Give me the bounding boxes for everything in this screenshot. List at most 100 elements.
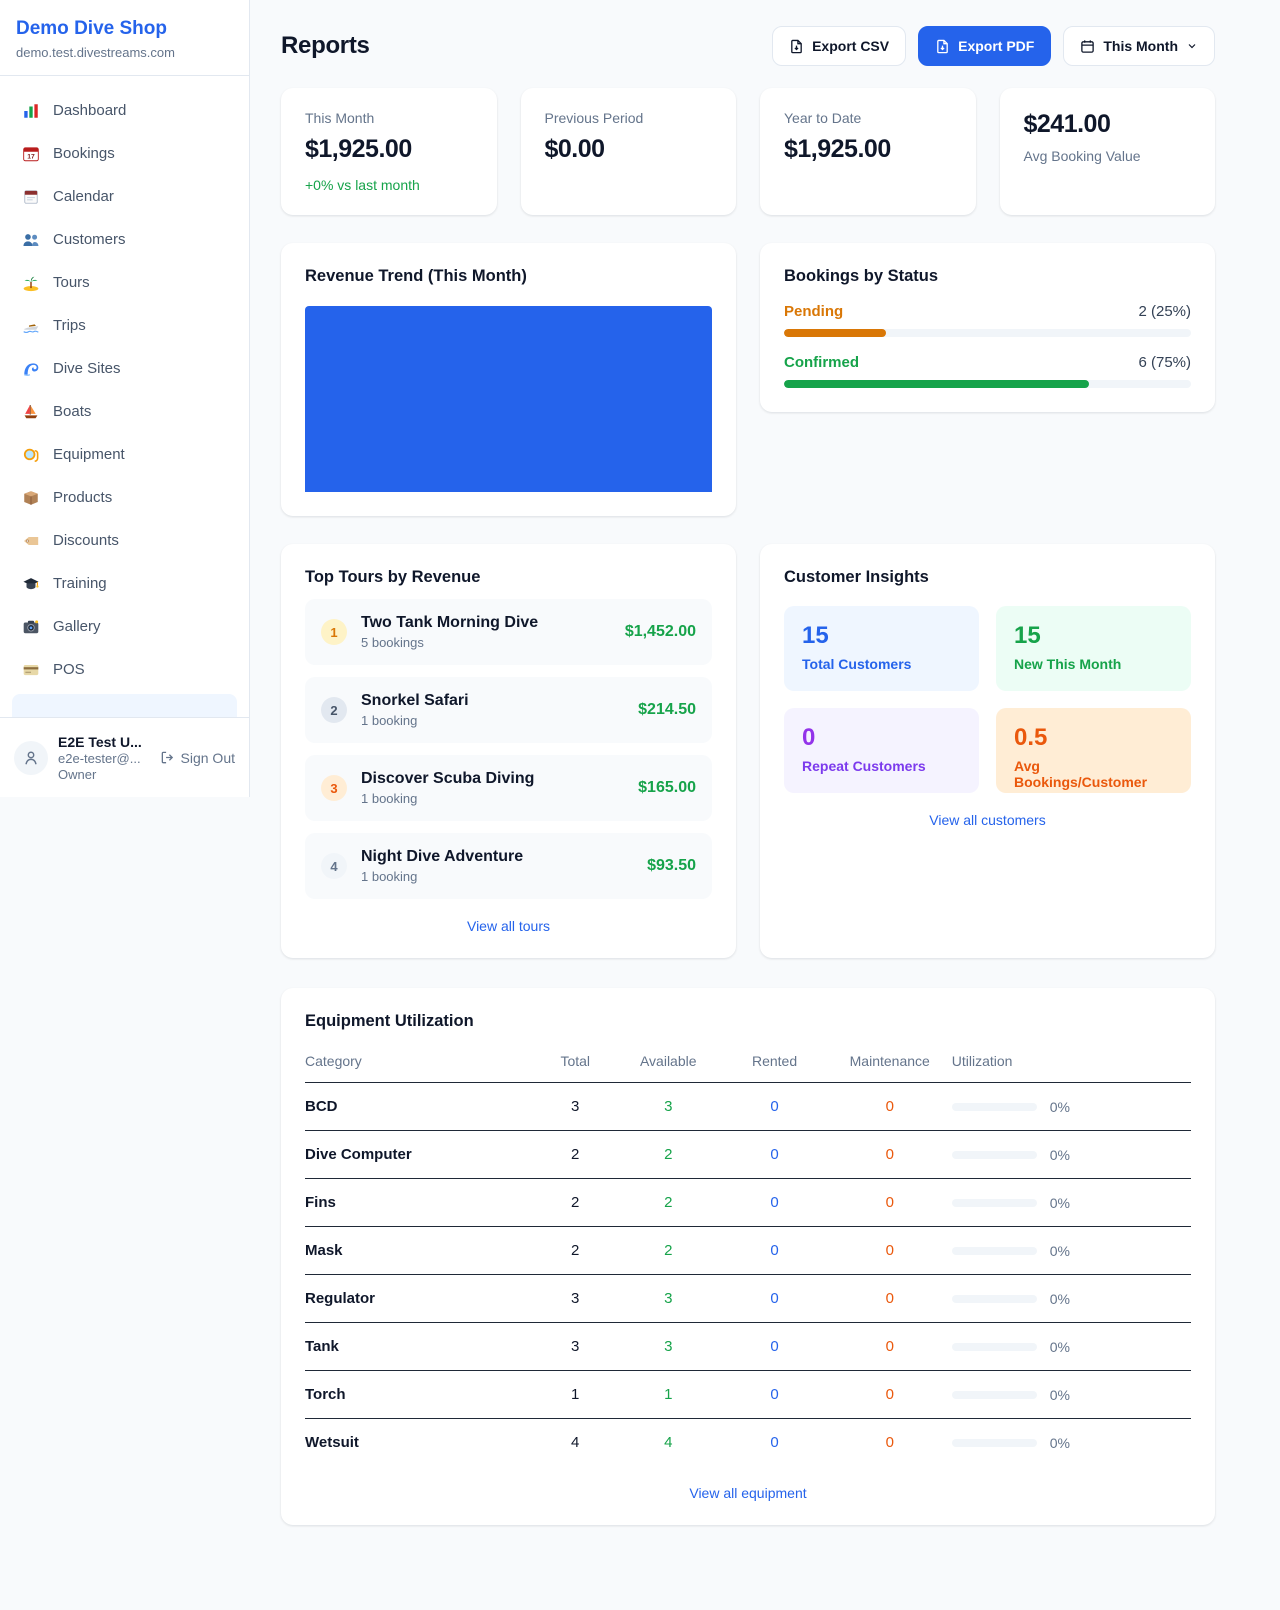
sidebar-item-tours[interactable]: Tours: [12, 264, 237, 301]
customer-insights-title: Customer Insights: [784, 568, 1191, 587]
rank-badge: 2: [321, 697, 347, 723]
sidebar-item-equipment[interactable]: Equipment: [12, 436, 237, 473]
tour-name: Two Tank Morning Dive: [361, 614, 538, 631]
graduation-cap-icon: [22, 575, 40, 593]
logout-icon: [160, 750, 175, 765]
wave-icon: [22, 360, 40, 378]
cell-rented: 0: [721, 1227, 827, 1275]
progress-track: [784, 329, 1191, 337]
sidebar-nav: Dashboard 17 Bookings Calendar Customers…: [0, 76, 249, 717]
sidebar-item-pos[interactable]: POS: [12, 651, 237, 688]
utilization-bar: [952, 1247, 1037, 1255]
tile-total-customers: 15 Total Customers: [784, 606, 979, 691]
progress-fill: [784, 329, 886, 337]
view-all-tours-link[interactable]: View all tours: [305, 918, 712, 934]
cell-rented: 0: [721, 1323, 827, 1371]
shop-domain: demo.test.divestreams.com: [16, 45, 233, 60]
insights-row: Top Tours by Revenue 1 Two Tank Morning …: [281, 544, 1215, 958]
speedboat-icon: [22, 317, 40, 335]
tile-avg-bookings-customer: 0.5 Avg Bookings/Customer: [996, 708, 1191, 793]
user-info: E2E Test U... e2e-tester@... Owner: [58, 734, 150, 782]
utilization-bar: [952, 1439, 1037, 1447]
utilization-percent: 0%: [1050, 1099, 1070, 1115]
tour-revenue: $214.50: [638, 701, 696, 719]
sidebar-item-calendar[interactable]: Calendar: [12, 178, 237, 215]
sidebar-item-dive-sites[interactable]: Dive Sites: [12, 350, 237, 387]
sidebar-item-bookings[interactable]: 17 Bookings: [12, 135, 237, 172]
tour-bookings: 1 booking: [361, 791, 624, 806]
tile-label: New This Month: [1014, 656, 1173, 672]
column-header: Total: [535, 1045, 615, 1083]
sidebar-item-label: Gallery: [53, 618, 101, 635]
cell-total: 3: [535, 1323, 615, 1371]
view-all-customers-link[interactable]: View all customers: [784, 812, 1191, 828]
sidebar-item-label: Dive Sites: [53, 360, 121, 377]
cell-total: 2: [535, 1179, 615, 1227]
utilization-percent: 0%: [1050, 1243, 1070, 1259]
export-pdf-button[interactable]: Export PDF: [918, 26, 1051, 66]
file-download-icon: [789, 39, 804, 54]
sidebar-item-discounts[interactable]: Discounts: [12, 522, 237, 559]
cell-available: 2: [615, 1227, 721, 1275]
progress-fill: [784, 380, 1089, 388]
users-icon: [22, 231, 40, 249]
cell-rented: 0: [721, 1371, 827, 1419]
status-row-pending: Pending 2 (25%): [784, 303, 1191, 337]
period-dropdown[interactable]: This Month: [1063, 26, 1215, 66]
bookings-by-status-card: Bookings by Status Pending 2 (25%) Confi…: [760, 243, 1215, 412]
sidebar-item-training[interactable]: Training: [12, 565, 237, 602]
stat-card-avg-booking-value: $241.00 Avg Booking Value: [1000, 88, 1216, 215]
calendar-pad-icon: [22, 188, 40, 206]
cell-total: 4: [535, 1419, 615, 1467]
export-pdf-label: Export PDF: [958, 38, 1034, 54]
table-row: Regulator 3 3 0 0 0%: [305, 1275, 1191, 1323]
column-header: Rented: [721, 1045, 827, 1083]
cell-total: 1: [535, 1371, 615, 1419]
sidebar-item-products[interactable]: Products: [12, 479, 237, 516]
revenue-trend-title: Revenue Trend (This Month): [305, 267, 712, 286]
stat-delta: +0% vs last month: [305, 177, 473, 193]
utilization-bar: [952, 1151, 1037, 1159]
table-row: Torch 1 1 0 0 0%: [305, 1371, 1191, 1419]
header-actions: Export CSV Export PDF This Month: [772, 26, 1215, 66]
status-label: Confirmed: [784, 354, 859, 371]
tile-label: Repeat Customers: [802, 758, 961, 774]
export-csv-button[interactable]: Export CSV: [772, 26, 906, 66]
cell-available: 1: [615, 1371, 721, 1419]
sign-out-button[interactable]: Sign Out: [160, 750, 235, 766]
stat-label: Year to Date: [784, 110, 952, 126]
tile-value: 15: [1014, 622, 1173, 650]
tile-value: 0.5: [1014, 724, 1173, 752]
stat-value: $1,925.00: [305, 135, 473, 164]
tour-row: 4 Night Dive Adventure1 booking $93.50: [305, 833, 712, 899]
sidebar-item-trips[interactable]: Trips: [12, 307, 237, 344]
cell-rented: 0: [721, 1179, 827, 1227]
cell-maintenance: 0: [828, 1323, 952, 1371]
utilization-bar: [952, 1103, 1037, 1111]
cell-rented: 0: [721, 1275, 827, 1323]
bar-chart-icon: [22, 102, 40, 120]
bookings-by-status-title: Bookings by Status: [784, 267, 1191, 286]
tile-new-this-month: 15 New This Month: [996, 606, 1191, 691]
person-icon: [22, 749, 40, 767]
table-row: BCD 3 3 0 0 0%: [305, 1083, 1191, 1131]
sidebar-item-reports[interactable]: [12, 694, 237, 717]
shop-name: Demo Dive Shop: [16, 18, 233, 40]
sidebar-item-boats[interactable]: Boats: [12, 393, 237, 430]
stat-label: This Month: [305, 110, 473, 126]
stats-grid: This Month $1,925.00 +0% vs last month P…: [281, 88, 1215, 215]
sidebar-item-dashboard[interactable]: Dashboard: [12, 92, 237, 129]
stat-value: $0.00: [545, 135, 713, 164]
stat-label: Avg Booking Value: [1024, 148, 1192, 164]
stat-value: $1,925.00: [784, 135, 952, 164]
dive-mask-icon: [22, 446, 40, 464]
column-header: Available: [615, 1045, 721, 1083]
view-all-equipment-link[interactable]: View all equipment: [305, 1485, 1191, 1501]
tour-revenue: $165.00: [638, 779, 696, 797]
cell-available: 3: [615, 1275, 721, 1323]
sidebar-item-label: Tours: [53, 274, 90, 291]
rank-badge: 3: [321, 775, 347, 801]
user-panel: E2E Test U... e2e-tester@... Owner Sign …: [0, 717, 249, 797]
sidebar-item-customers[interactable]: Customers: [12, 221, 237, 258]
sidebar-item-gallery[interactable]: Gallery: [12, 608, 237, 645]
